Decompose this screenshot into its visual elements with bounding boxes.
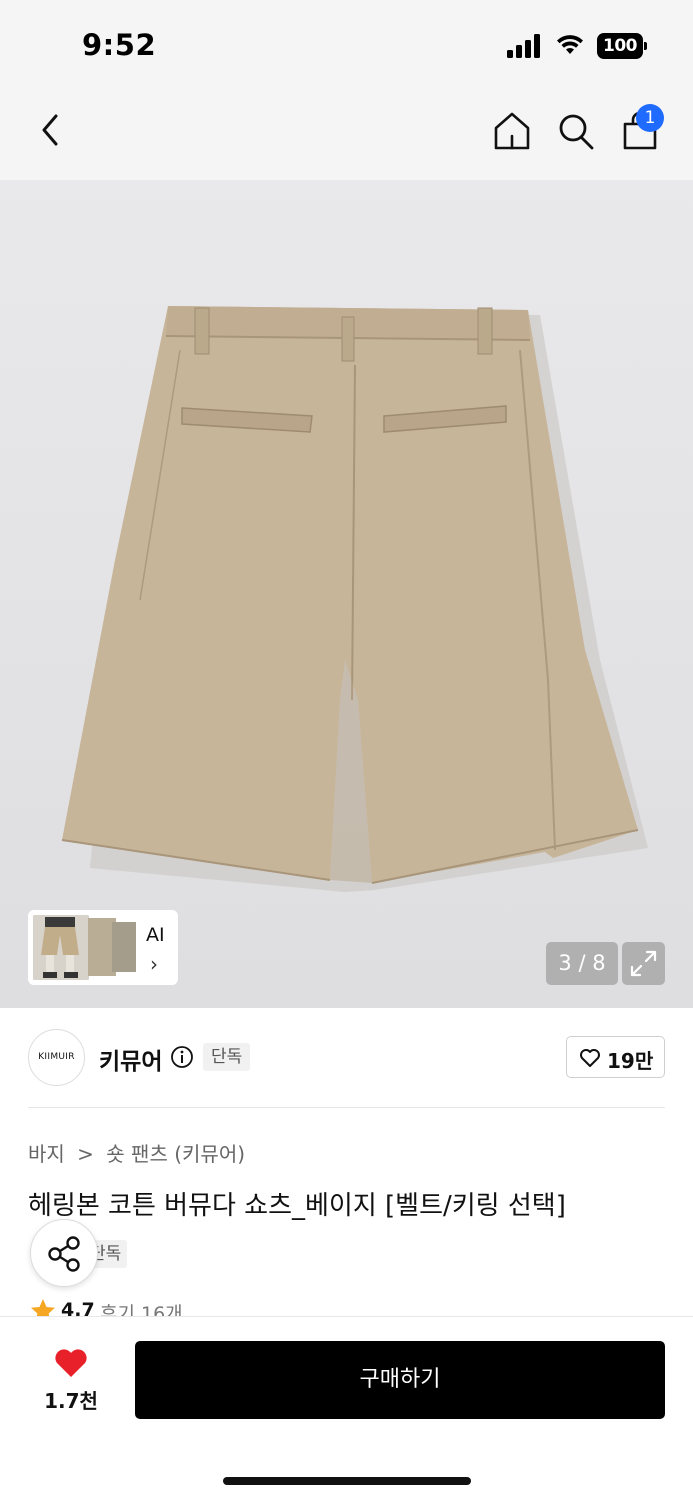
divider <box>28 1107 665 1108</box>
chevron-right-icon: › <box>150 952 158 976</box>
info-icon[interactable] <box>170 1045 194 1069</box>
buy-button[interactable]: 구매하기 <box>135 1341 665 1419</box>
product-image-gallery[interactable]: AI › 3 / 8 <box>0 180 693 1008</box>
cart-count-badge: 1 <box>636 104 664 132</box>
battery-level: 100 <box>597 33 643 59</box>
bottom-action-bar: 1.7천 구매하기 <box>0 1316 693 1500</box>
model-thumbnail <box>33 915 89 980</box>
rating-row[interactable]: 4.7 후기 16개 <box>30 1296 330 1316</box>
product-like-count: 1.7천 <box>44 1389 98 1413</box>
ai-fitting-card[interactable]: AI › <box>28 910 178 985</box>
breadcrumb-separator: > <box>77 1142 94 1166</box>
product-title: 헤링본 코튼 버뮤다 쇼츠_베이지 [벨트/키링 선택] <box>28 1191 566 1221</box>
share-icon <box>48 1236 80 1272</box>
status-bar: 9:52 100 <box>0 0 693 88</box>
heart-outline-icon <box>580 1049 600 1067</box>
breadcrumb: 바지 > 숏 팬츠 (키뮤어) <box>28 1138 251 1167</box>
expand-button[interactable] <box>622 942 665 985</box>
home-indicator <box>223 1477 471 1485</box>
signal-icon <box>507 34 540 58</box>
exclusive-badge: 단독 <box>203 1043 251 1071</box>
star-icon <box>31 1299 55 1316</box>
brand-like-count: 19만 <box>607 1049 654 1073</box>
brand-row: KIIMUIR 키뮤어 단독 19만 <box>0 1008 693 1108</box>
wifi-icon <box>557 35 583 54</box>
image-page-counter: 3 / 8 <box>546 942 618 985</box>
back-icon[interactable] <box>34 110 70 150</box>
battery-icon: 100 <box>597 33 647 59</box>
brand-name[interactable]: 키뮤어 <box>99 1042 162 1076</box>
breadcrumb-item[interactable]: 숏 팬츠 (키뮤어) <box>106 1142 245 1166</box>
home-icon[interactable] <box>492 110 532 152</box>
brand-logo[interactable]: KIIMUIR <box>28 1029 85 1086</box>
top-nav: 1 <box>0 88 693 180</box>
product-photo-shorts <box>61 306 648 892</box>
search-icon[interactable] <box>556 110 596 152</box>
share-button[interactable] <box>30 1219 98 1287</box>
expand-icon <box>630 950 657 977</box>
review-count: 후기 16개 <box>100 1303 183 1316</box>
rating-score: 4.7 <box>61 1299 95 1316</box>
brand-like-button[interactable]: 19만 <box>566 1036 665 1078</box>
ai-label: AI <box>146 924 165 946</box>
status-time: 9:52 <box>82 28 157 62</box>
heart-filled-icon[interactable] <box>53 1347 89 1379</box>
thumbnail-3 <box>112 922 136 972</box>
breadcrumb-item[interactable]: 바지 <box>28 1142 65 1166</box>
